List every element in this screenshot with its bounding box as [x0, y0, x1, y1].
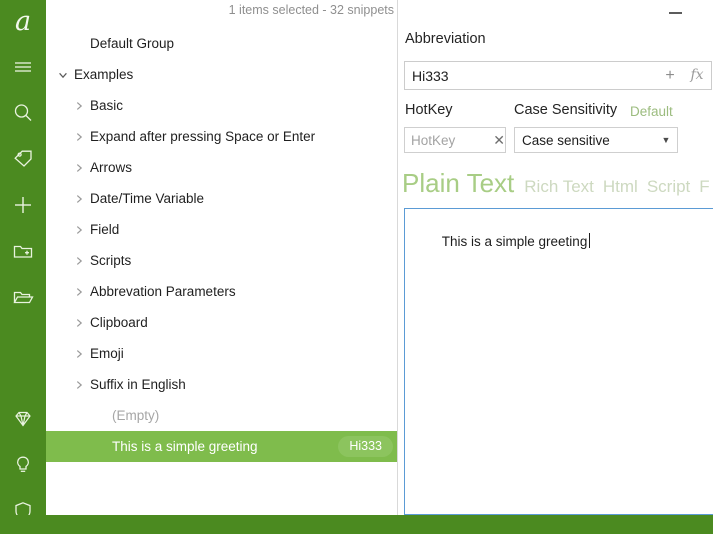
case-sensitivity-default-link[interactable]: Default — [630, 104, 673, 119]
tree-row[interactable]: Abbrevation Parameters — [46, 276, 397, 307]
case-sensitivity-selected-value: Case sensitive — [522, 132, 610, 148]
tree-row[interactable]: Default Group — [46, 28, 397, 59]
selection-status-text: 1 items selected - 32 snippets — [228, 3, 394, 17]
tab-plain-text[interactable]: Plain Text — [402, 168, 514, 199]
tree-row[interactable]: Date/Time Variable — [46, 183, 397, 214]
tab-f[interactable]: F — [699, 177, 709, 197]
snippet-editor[interactable]: This is a simple greeting — [404, 208, 713, 515]
plus-icon[interactable] — [0, 182, 46, 228]
open-folder-icon[interactable] — [0, 274, 46, 320]
tree-row-label: Default Group — [90, 36, 175, 51]
tree-row[interactable]: (Empty) — [46, 400, 397, 431]
tree-row-label: Scripts — [90, 253, 132, 268]
tree-row-label: Emoji — [90, 346, 124, 361]
tree-row-label: Clipboard — [90, 315, 148, 330]
clear-hotkey-icon[interactable]: ✕ — [493, 128, 505, 152]
chevron-down-icon[interactable]: ▼ — [655, 128, 677, 152]
chevron-right-icon[interactable] — [68, 162, 90, 174]
add-abbreviation-icon[interactable]: + — [657, 62, 683, 89]
tree-row-label: Arrows — [90, 160, 133, 175]
tab-html[interactable]: Html — [603, 177, 638, 197]
minimize-icon[interactable] — [664, 4, 686, 22]
text-caret — [589, 233, 591, 248]
chevron-right-icon[interactable] — [68, 100, 90, 112]
hotkey-label: HotKey — [405, 102, 453, 118]
tree-row[interactable]: Examples — [46, 59, 397, 90]
chevron-right-icon[interactable] — [68, 317, 90, 329]
diamond-icon[interactable] — [0, 396, 46, 442]
tree-row[interactable]: Field — [46, 214, 397, 245]
snippet-editor-content[interactable]: This is a simple greeting — [412, 218, 591, 264]
tree-row[interactable]: Suffix in English — [46, 369, 397, 400]
chevron-right-icon[interactable] — [68, 131, 90, 143]
snippet-tree-panel: 1 items selected - 32 snippets Default G… — [46, 0, 397, 515]
lightbulb-icon[interactable] — [0, 442, 46, 488]
tag-icon[interactable] — [0, 136, 46, 182]
snippet-detail-panel: Abbreviation + fx HotKey Case Sensitivit… — [398, 0, 713, 515]
abbreviation-label: Abbreviation — [405, 31, 486, 47]
new-folder-icon[interactable] — [0, 228, 46, 274]
app-logo: a — [14, 6, 32, 37]
tree-row-label: Date/Time Variable — [90, 191, 205, 206]
chevron-right-icon[interactable] — [68, 379, 90, 391]
chevron-right-icon[interactable] — [68, 224, 90, 236]
tree-row-label: Basic — [90, 98, 124, 113]
bottom-status-bar — [0, 515, 713, 534]
case-sensitivity-dropdown[interactable]: Case sensitive ▼ — [514, 127, 678, 153]
chevron-right-icon[interactable] — [68, 193, 90, 205]
tree-row[interactable]: Scripts — [46, 245, 397, 276]
snippet-editor-text: This is a simple greeting — [441, 234, 588, 249]
left-icon-rail: a — [0, 0, 46, 534]
chevron-down-icon[interactable] — [52, 69, 74, 81]
content-type-tabs[interactable]: Plain Text Rich Text Html Script F — [402, 168, 713, 202]
hotkey-field[interactable]: ✕ — [404, 127, 506, 153]
minimize-bar — [668, 12, 682, 14]
tree-row-label: This is a simple greeting — [112, 439, 258, 454]
tab-rich-text[interactable]: Rich Text — [524, 177, 594, 197]
hotkey-input[interactable] — [405, 132, 494, 148]
chevron-right-icon[interactable] — [68, 255, 90, 267]
tree-row[interactable]: Basic — [46, 90, 397, 121]
tree-row-label: Examples — [74, 67, 134, 82]
abbreviation-input[interactable] — [405, 67, 657, 84]
app-window: a 1 items selected - 32 snippets Default… — [0, 0, 713, 534]
tree-row[interactable]: Arrows — [46, 152, 397, 183]
abbreviation-badge: Hi333 — [338, 436, 393, 457]
case-sensitivity-label: Case Sensitivity — [514, 102, 618, 118]
chevron-right-icon[interactable] — [68, 348, 90, 360]
tree-row[interactable]: Expand after pressing Space or Enter — [46, 121, 397, 152]
tree-row[interactable]: Emoji — [46, 338, 397, 369]
search-icon[interactable] — [0, 90, 46, 136]
tree-row-label: Expand after pressing Space or Enter — [90, 129, 316, 144]
menu-icon[interactable] — [0, 44, 46, 90]
snippet-tree-list[interactable]: Default Group Examples Basic Expand after p… — [46, 28, 397, 462]
tree-row[interactable]: This is a simple greeting Hi333 — [46, 431, 397, 462]
abbreviation-field[interactable]: + fx — [404, 61, 712, 90]
tree-row-label: (Empty) — [112, 408, 160, 423]
tree-row-label: Field — [90, 222, 120, 237]
tree-row-label: Abbrevation Parameters — [90, 284, 236, 299]
tree-row-label: Suffix in English — [90, 377, 186, 392]
tree-row[interactable]: Clipboard — [46, 307, 397, 338]
chevron-right-icon[interactable] — [68, 286, 90, 298]
function-fx-icon[interactable]: fx — [683, 62, 711, 89]
tab-script[interactable]: Script — [647, 177, 690, 197]
